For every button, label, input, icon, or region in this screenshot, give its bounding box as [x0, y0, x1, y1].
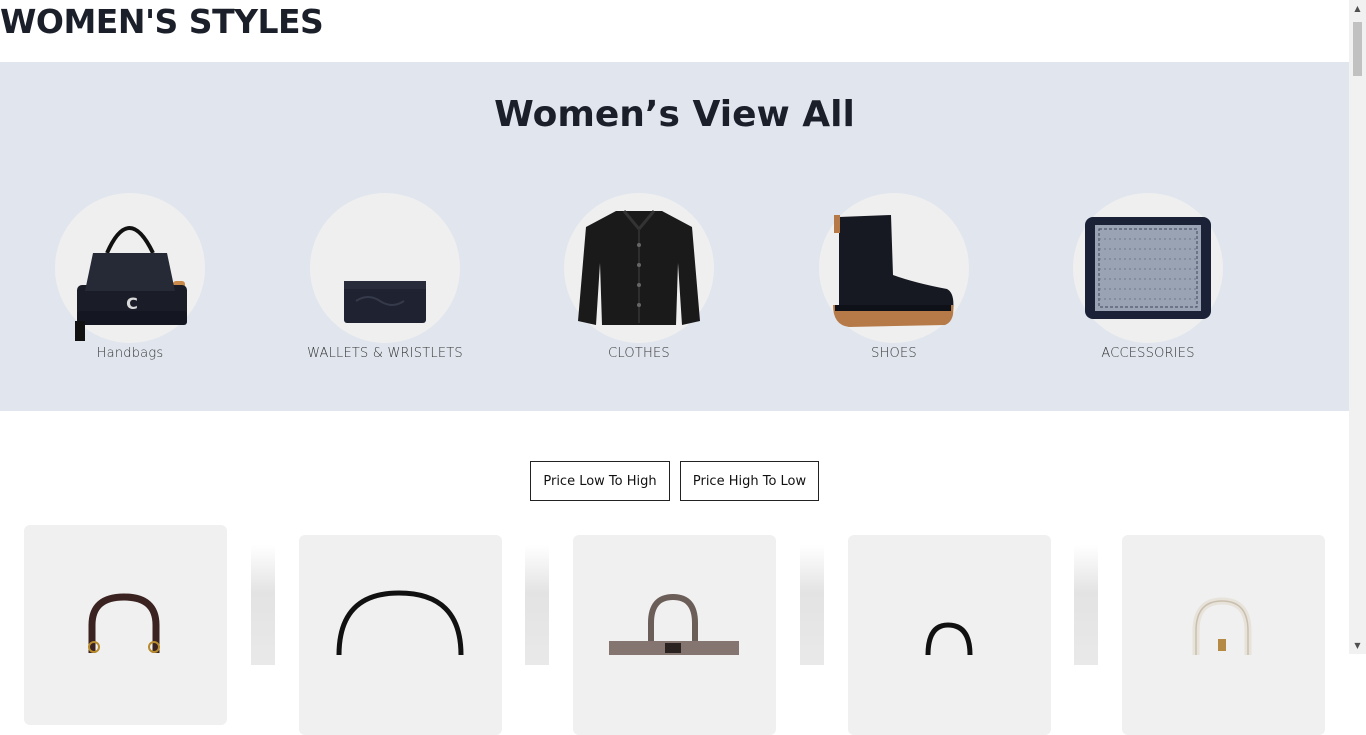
category-handbags[interactable]: C Handbags [20, 193, 240, 361]
product-card[interactable] [573, 535, 776, 735]
card-gap-shadow [1074, 545, 1098, 665]
product-card[interactable] [848, 535, 1051, 735]
jacket-icon [578, 210, 700, 325]
scroll-down-arrow-icon[interactable]: ▼ [1349, 637, 1366, 654]
category-wallets-wristlets[interactable]: WALLETS & WRISTLETS [275, 193, 495, 361]
wristlet-icon [344, 281, 426, 323]
category-shoes[interactable]: SHOES [784, 193, 1004, 361]
card-gap-shadow [525, 545, 549, 665]
scroll-up-arrow-icon[interactable]: ▲ [1349, 0, 1366, 17]
category-label: Handbags [96, 346, 164, 361]
card-gap-shadow [251, 545, 275, 665]
category-circle [1073, 193, 1223, 343]
card-gap-shadow [800, 545, 824, 665]
category-circle [310, 193, 460, 343]
category-banner: Women’s View All C Handbags WALLETS & WR… [0, 62, 1349, 411]
product-card[interactable] [24, 525, 227, 725]
category-label: WALLETS & WRISTLETS [307, 346, 463, 361]
category-label: ACCESSORIES [1101, 346, 1195, 361]
sort-price-low-to-high-button[interactable]: Price Low To High [530, 461, 670, 501]
product-card[interactable] [1122, 535, 1325, 735]
svg-text:C: C [126, 294, 138, 313]
black-shoulder-bag-image [336, 590, 464, 656]
vertical-scrollbar[interactable]: ▲ ▼ [1349, 0, 1366, 654]
category-label: SHOES [871, 346, 917, 361]
page-title: WOMEN'S STYLES [0, 2, 324, 41]
handbag-icon: C [75, 226, 187, 341]
brown-handle-bag-image [88, 593, 160, 653]
scrollbar-thumb[interactable] [1353, 22, 1362, 76]
category-label: CLOTHES [608, 346, 670, 361]
category-circle [819, 193, 969, 343]
boot-icon [833, 215, 954, 327]
category-accessories[interactable]: ACCESSORIES [1038, 193, 1258, 361]
category-clothes[interactable]: CLOTHES [529, 193, 749, 361]
taupe-tote-bag-image [609, 593, 739, 661]
category-circle [564, 193, 714, 343]
black-mini-bag-image [925, 622, 973, 656]
white-satchel-bag-image [1192, 597, 1252, 655]
sort-price-high-to-low-button[interactable]: Price High To Low [680, 461, 819, 501]
banner-title: Women’s View All [494, 94, 855, 135]
product-card[interactable] [299, 535, 502, 735]
scarf-icon [1085, 217, 1211, 319]
category-circle: C [55, 193, 205, 343]
